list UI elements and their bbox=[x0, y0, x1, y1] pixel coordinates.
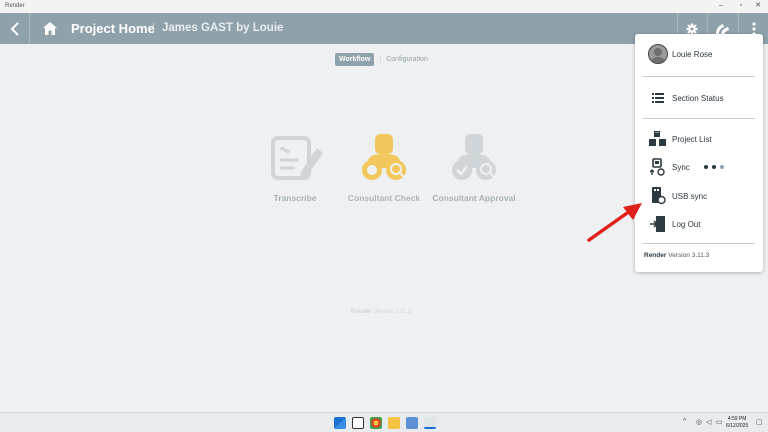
step-label: Consultant Check bbox=[347, 193, 421, 203]
tab-configuration[interactable]: Configuration bbox=[386, 56, 428, 63]
menu-item-user[interactable]: Louie Rose bbox=[635, 42, 763, 66]
menu-item-label: Section Status bbox=[672, 93, 724, 103]
version-number: Version 3.11.3 bbox=[373, 309, 412, 315]
sync-icon bbox=[650, 158, 665, 176]
volume-icon[interactable]: ◁ bbox=[706, 418, 711, 426]
step-consultant-check[interactable]: Consultant Check bbox=[339, 132, 429, 203]
notifications-icon[interactable]: ▢ bbox=[756, 418, 763, 426]
menu-item-label: USB sync bbox=[672, 191, 708, 201]
tab-separator: | bbox=[379, 55, 382, 63]
window-titlebar: Render – ▫ ✕ bbox=[0, 0, 768, 13]
menu-item-sync[interactable]: Sync bbox=[635, 155, 763, 179]
menu-item-label: Project List bbox=[672, 134, 712, 144]
back-icon bbox=[10, 21, 19, 36]
file-explorer-icon[interactable] bbox=[388, 417, 400, 429]
user-name: Louie Rose bbox=[672, 49, 713, 59]
page-title: Project Home bbox=[71, 21, 155, 36]
menu-item-label: Sync bbox=[672, 162, 690, 172]
menu-item-usb-sync[interactable]: USB sync bbox=[635, 184, 763, 208]
menu-divider bbox=[643, 243, 755, 244]
tab-workflow[interactable]: Workflow bbox=[335, 52, 375, 66]
clock[interactable]: 4:59 PM 6/12/2025 bbox=[726, 416, 748, 430]
windows-start-icon[interactable] bbox=[334, 417, 346, 429]
tray-chevron-icon[interactable]: ^ bbox=[683, 418, 686, 425]
gear-icon bbox=[686, 23, 697, 34]
version-number: Version 3.11.3 bbox=[668, 252, 710, 259]
consultant-approval-icon bbox=[452, 134, 496, 180]
brand-name: Render bbox=[644, 252, 667, 259]
network-icon[interactable]: ◎ bbox=[696, 418, 702, 426]
task-view-icon[interactable] bbox=[352, 417, 364, 429]
step-consultant-approval[interactable]: Consultant Approval bbox=[429, 132, 519, 203]
battery-icon[interactable]: ▭ bbox=[716, 418, 723, 426]
overflow-menu: Louie Rose Section Status Project List S… bbox=[635, 34, 763, 272]
project-subtitle: James GAST by Louie bbox=[162, 22, 284, 34]
settings-app-icon[interactable] bbox=[406, 417, 418, 429]
sync-progress-dots bbox=[703, 165, 724, 169]
usb-sync-icon bbox=[652, 187, 666, 205]
step-label: Transcribe bbox=[273, 193, 317, 203]
clock-date: 6/12/2025 bbox=[726, 423, 749, 429]
menu-divider bbox=[643, 76, 755, 77]
avatar bbox=[648, 44, 668, 64]
step-label: Consultant Approval bbox=[432, 193, 516, 203]
logout-icon bbox=[650, 216, 665, 232]
menu-item-section-status[interactable]: Section Status bbox=[635, 86, 763, 110]
window-title: Render bbox=[5, 3, 25, 9]
back-button[interactable] bbox=[0, 13, 30, 44]
transcribe-icon bbox=[271, 136, 323, 180]
view-tabs: Workflow | Configuration bbox=[335, 52, 428, 66]
clock-time: 4:59 PM bbox=[727, 416, 747, 422]
close-window-button[interactable]: ✕ bbox=[752, 2, 764, 10]
home-icon bbox=[43, 22, 57, 35]
step-transcribe[interactable]: Transcribe bbox=[250, 132, 340, 203]
list-icon bbox=[652, 93, 664, 103]
consultant-check-icon bbox=[362, 134, 406, 180]
menu-item-project-list[interactable]: Project List bbox=[635, 127, 763, 151]
render-app-icon[interactable] bbox=[424, 417, 436, 429]
menu-version-text: Render Version 3.11.3 bbox=[644, 252, 709, 259]
center-version-text: Render Version 3.11.3 bbox=[351, 309, 411, 315]
boxes-icon bbox=[649, 131, 666, 146]
brand-name: Render bbox=[351, 309, 372, 315]
maximize-button[interactable]: ▫ bbox=[735, 2, 747, 10]
menu-divider bbox=[643, 118, 755, 119]
chrome-icon[interactable] bbox=[370, 417, 382, 429]
taskbar: ^ ◎ ◁ ▭ 4:59 PM 6/12/2025 ▢ bbox=[0, 412, 768, 432]
title-separator: | bbox=[152, 22, 155, 34]
annotation-arrow-icon bbox=[587, 203, 642, 242]
menu-item-log-out[interactable]: Log Out bbox=[635, 212, 763, 236]
minimize-button[interactable]: – bbox=[715, 2, 727, 10]
home-button[interactable] bbox=[37, 13, 63, 44]
menu-item-label: Log Out bbox=[672, 219, 701, 229]
